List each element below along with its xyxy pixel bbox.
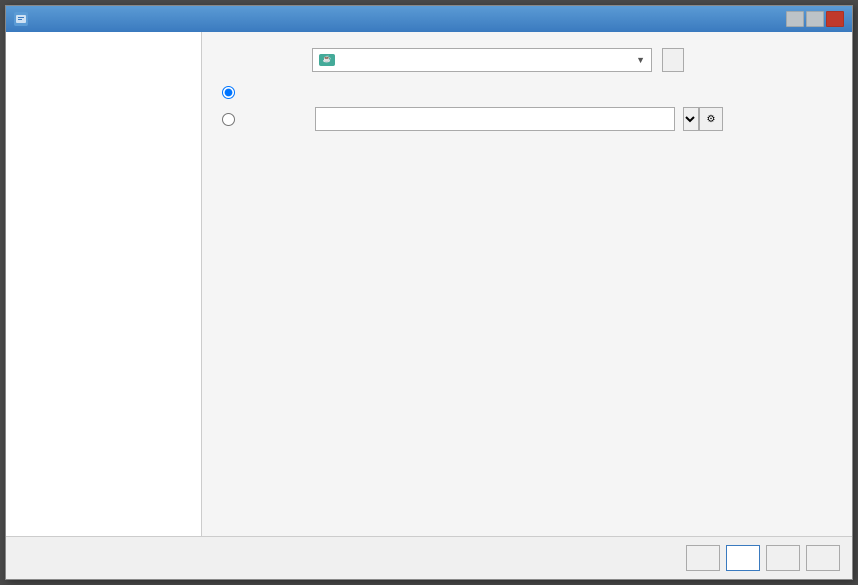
sdk-dropdown[interactable]: ☕ ▼ — [312, 48, 652, 72]
default-radio[interactable] — [222, 86, 235, 99]
next-button[interactable] — [726, 545, 760, 571]
custom-url-button[interactable]: ⚙ — [699, 107, 723, 131]
minimize-button[interactable] — [786, 11, 804, 27]
cancel-button[interactable] — [766, 545, 800, 571]
custom-radio-row: ▼ ⚙ — [222, 107, 832, 131]
bottom-bar — [6, 536, 852, 579]
sdk-dropdown-arrow: ▼ — [636, 55, 645, 65]
sdk-select-wrapper: ☕ ▼ — [312, 48, 652, 72]
content-area: ☕ ▼ — [6, 32, 852, 536]
maximize-button[interactable] — [806, 11, 824, 27]
help-button[interactable] — [806, 545, 840, 571]
sdk-row: ☕ ▼ — [222, 48, 832, 72]
custom-input-controls: ▼ ⚙ — [683, 107, 723, 131]
title-bar — [6, 6, 852, 32]
custom-radio[interactable] — [222, 113, 235, 126]
new-sdk-button[interactable] — [662, 48, 684, 72]
custom-url-input[interactable] — [315, 107, 675, 131]
custom-url-dropdown[interactable]: ▼ — [683, 107, 699, 131]
title-bar-left — [14, 12, 34, 26]
dialog-icon — [14, 12, 28, 26]
sdk-icon: ☕ — [319, 54, 335, 66]
sidebar — [6, 32, 202, 536]
close-button[interactable] — [826, 11, 844, 27]
previous-button[interactable] — [686, 545, 720, 571]
main-panel: ☕ ▼ — [202, 32, 852, 536]
default-radio-row — [222, 86, 832, 99]
title-bar-controls — [786, 11, 844, 27]
custom-url-wrapper — [315, 107, 675, 131]
new-project-dialog: ☕ ▼ — [5, 5, 853, 580]
